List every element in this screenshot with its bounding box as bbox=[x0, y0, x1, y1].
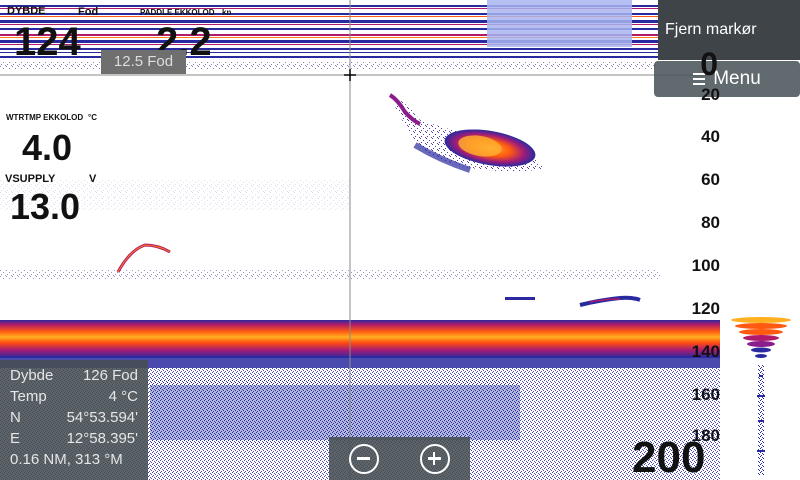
a-scope-display bbox=[731, 317, 791, 475]
depth-scale-label: 60 bbox=[701, 170, 720, 189]
depth-scale-label: 0 bbox=[700, 46, 718, 82]
water-temp-unit: °C bbox=[88, 113, 97, 122]
zoom-controls bbox=[329, 437, 470, 480]
remove-marker-button[interactable]: Fjern markør bbox=[658, 0, 800, 60]
water-temp-value: 4.0 bbox=[22, 127, 73, 168]
depth-scale-label: 100 bbox=[691, 256, 720, 275]
water-temp-label: WTRTMP EKKOLOD bbox=[6, 113, 84, 122]
voltage-unit: V bbox=[89, 173, 97, 185]
depth-scale-label: 40 bbox=[701, 127, 720, 146]
range-pill[interactable]: 12.5 Fod bbox=[101, 50, 186, 74]
menu-label: Menu bbox=[713, 68, 761, 89]
voltage-value: 13.0 bbox=[10, 186, 81, 227]
voltage-label: VSUPPLY bbox=[5, 173, 56, 185]
depth-scale-label: 120 bbox=[691, 299, 720, 318]
cursor-info-row: N 54°53.594' bbox=[10, 409, 138, 426]
depth-scale-label: 20 bbox=[701, 85, 720, 104]
zoom-in-icon[interactable] bbox=[419, 443, 450, 474]
cursor-info-row: 0.16 NM, 313 °M bbox=[10, 451, 123, 468]
menu-button[interactable]: Menu bbox=[654, 61, 800, 97]
depth-scale-label: 80 bbox=[701, 213, 720, 232]
cursor-info-row: E 12°58.395' bbox=[10, 430, 138, 447]
cursor-info-row: Temp 4 °C bbox=[10, 388, 138, 405]
speed-label: PADDLE EKKOLOD bbox=[140, 8, 215, 17]
speed-unit: kn bbox=[222, 8, 232, 17]
depth-label: DYBDE bbox=[7, 5, 46, 17]
depth-unit: Fod bbox=[78, 6, 99, 18]
cursor-info-panel: Dybde 126 Fod Temp 4 °C N 54°53.594' E 12°58… bbox=[0, 360, 148, 480]
range-max-value: 200 bbox=[632, 433, 706, 480]
depth-scale-label: 140 bbox=[691, 342, 720, 361]
depth-scale-label: 160 bbox=[691, 385, 720, 404]
depth-value: 124 bbox=[14, 20, 81, 64]
cursor-info-row: Dybde 126 Fod bbox=[10, 367, 138, 384]
zoom-out-icon[interactable] bbox=[349, 443, 380, 474]
